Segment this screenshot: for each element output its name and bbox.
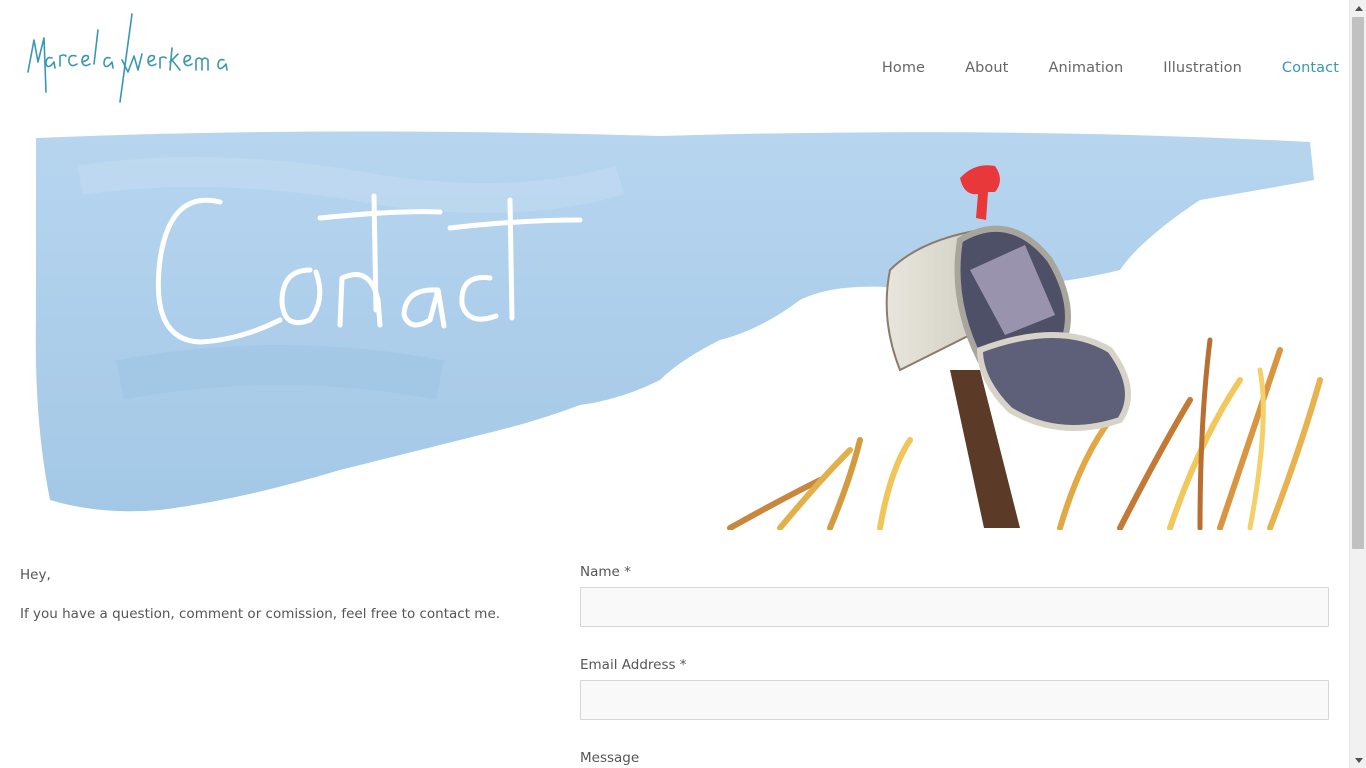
page-scrollbar[interactable] [1349,0,1366,768]
name-field-group: Name * [580,564,1329,627]
name-input[interactable] [580,587,1329,627]
nav-animation-link[interactable]: Animation [1048,60,1123,76]
page: Home About Animation Illustration Contac… [0,0,1349,768]
banner-illustration [35,131,1323,530]
logo-signature [27,13,228,103]
contact-banner [20,120,1329,530]
nav-illustration-link[interactable]: Illustration [1163,60,1242,76]
message-field-group: Message [580,750,1329,766]
greeting-text: Hey, [20,567,51,583]
scroll-down-arrow-icon[interactable] [1350,752,1366,768]
sky-wash [35,131,1314,512]
message-label: Message [580,750,640,766]
email-input[interactable] [580,680,1329,720]
intro-message: If you have a question, comment or comis… [20,606,501,622]
nav-about-link[interactable]: About [965,60,1008,76]
intro-text: Hey, If you have a question, comment or … [20,566,540,644]
contact-form: Name * Email Address * Message [580,564,1329,768]
scroll-up-arrow-icon[interactable] [1350,0,1366,16]
scrollbar-thumb[interactable] [1352,17,1364,549]
email-label: Email Address * [580,657,687,673]
site-logo[interactable] [24,10,238,110]
nav-contact-link[interactable]: Contact [1282,60,1339,76]
email-field-group: Email Address * [580,657,1329,720]
name-label: Name * [580,564,631,580]
nav-home-link[interactable]: Home [882,60,925,76]
main-nav: Home About Animation Illustration Contac… [882,60,1339,76]
